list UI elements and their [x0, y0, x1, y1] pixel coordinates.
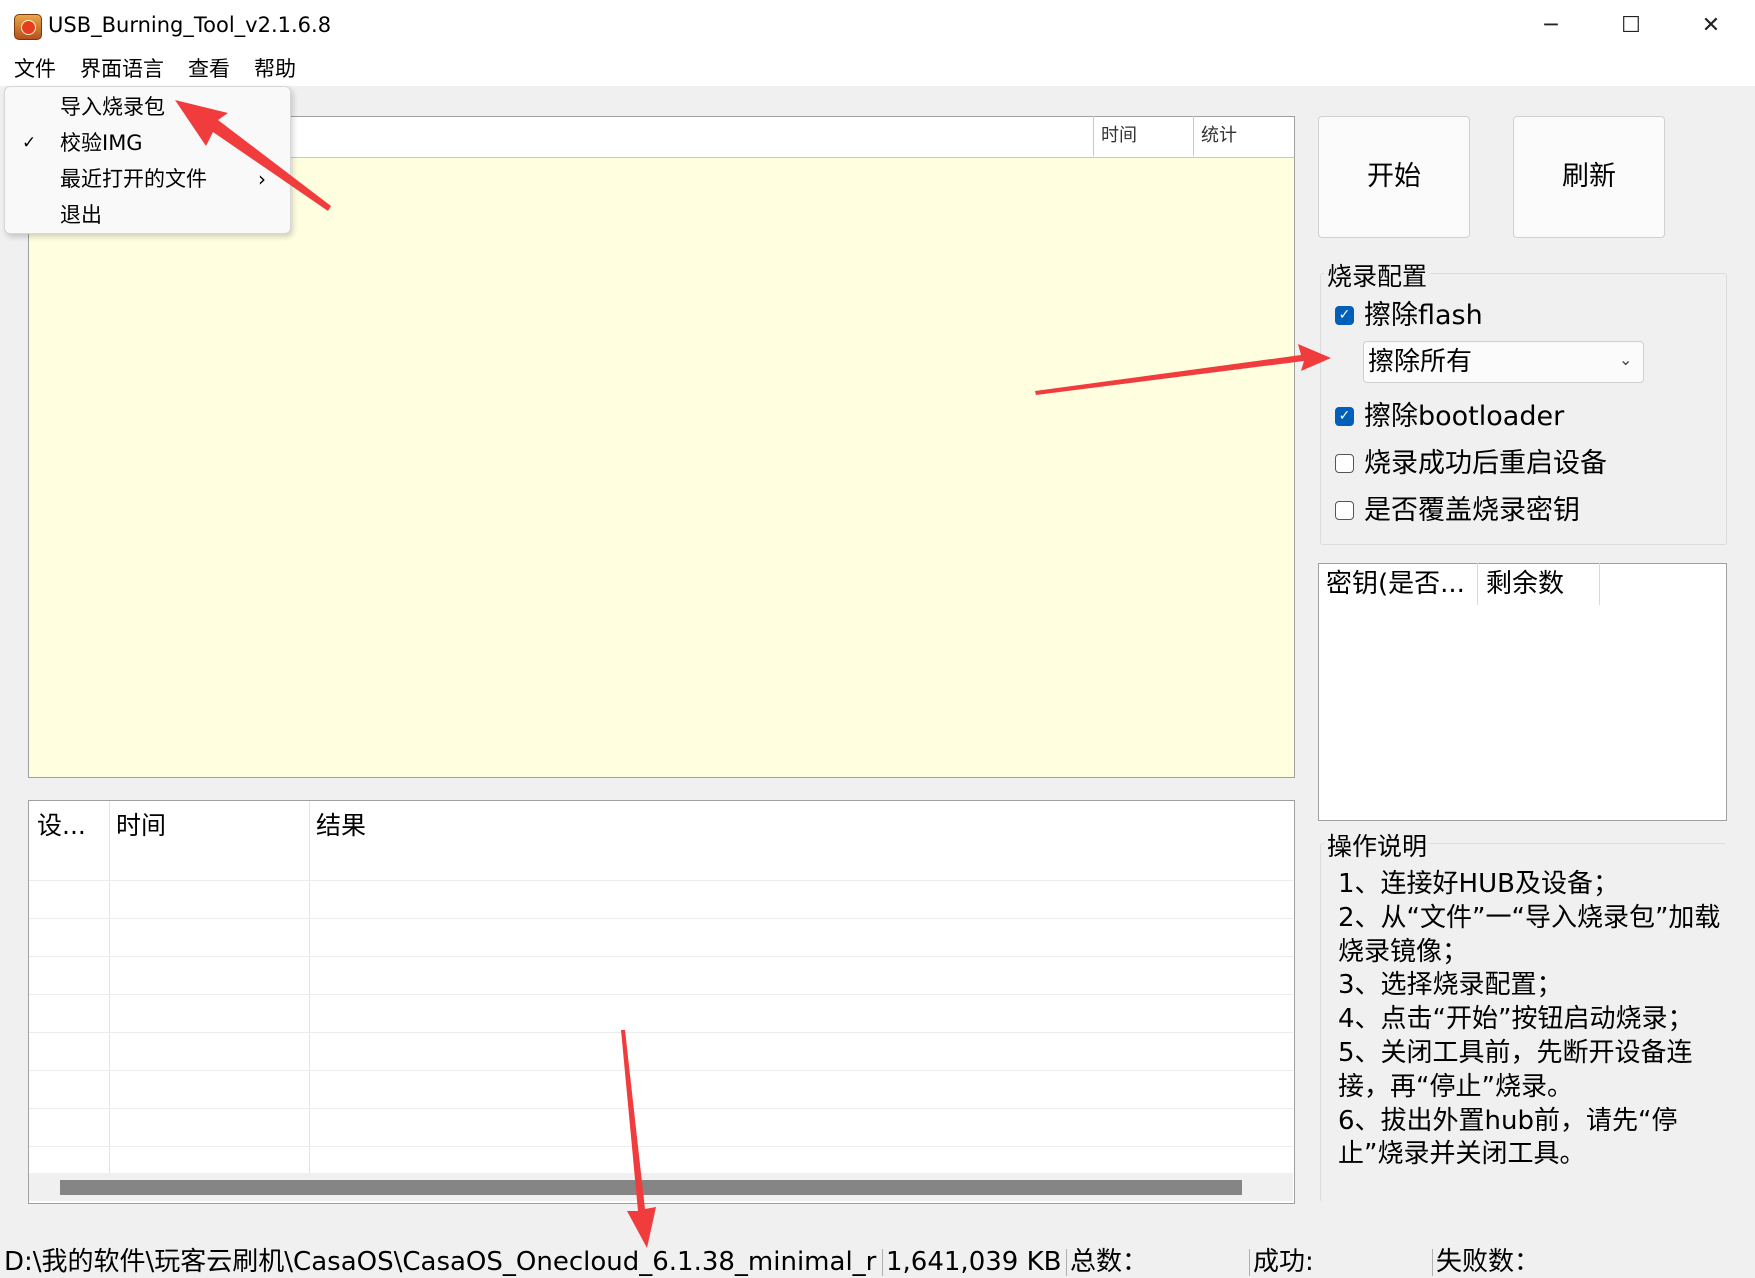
annotation-arrow [1035, 344, 1331, 395]
annotation-arrow [175, 100, 331, 211]
annotation-arrow [621, 1030, 656, 1248]
annotation-arrows [175, 100, 1331, 1248]
